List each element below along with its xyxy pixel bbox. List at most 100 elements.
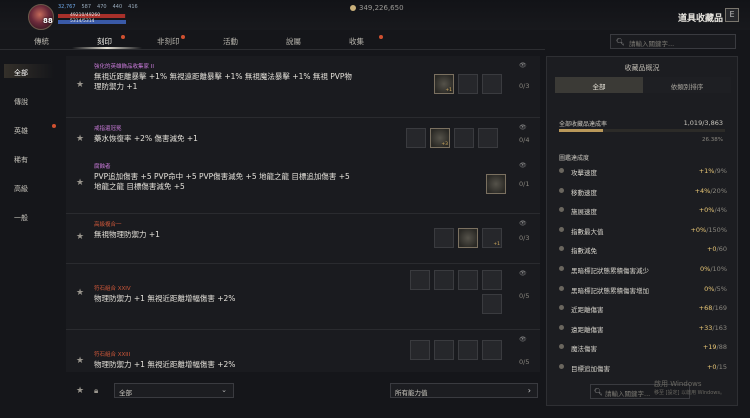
overall-progress-bar [559,129,725,132]
tab-traditional[interactable]: 傳統 [34,36,49,47]
sidebar-item-legendary[interactable]: 傳說 [14,97,28,107]
section-label: 圖鑑達成度 [559,155,590,162]
item-slot[interactable] [478,128,498,148]
sidebar-item-all[interactable]: 全部 [14,68,28,78]
stat-icon [559,246,564,252]
stat-icon [559,364,564,369]
item-slot[interactable] [458,270,478,290]
collection-category: 符石組合 XXIV [94,286,131,292]
item-slot[interactable] [434,228,454,248]
item-slot[interactable] [482,294,502,314]
player-level: 88 [43,17,53,25]
search-placeholder: 請輸入關鍵字... [629,40,675,48]
collection-effect: 藥水恢復率 +2% 傷害減免 +1 [94,134,198,143]
grade-filter-dropdown[interactable]: 全部 ⌄ [114,383,234,398]
stat-row: 黑暗標記狀態累積傷害減少 0%/10% [555,263,733,277]
stat-name: 黑暗標記狀態累積傷害減少 [571,267,649,275]
collection-row[interactable]: ★ 腐蝕者 PVP追加傷害 +5 PVP命中 +5 PVP傷害減免 +5 地龍之… [66,156,540,214]
item-slot[interactable]: +1 [434,74,454,94]
tab-engraved[interactable]: 刻印 [97,36,112,47]
active-tab-indicator [72,47,142,49]
collection-row[interactable]: ★ 高級複合一 無視物理防禦力 +1 👁︎ 0/3 +1 [66,214,540,264]
window-close-icon[interactable]: E [725,8,739,22]
favorite-star-icon[interactable]: ★ [76,178,84,188]
favorite-filter-star-icon[interactable]: ★ [76,386,84,396]
eye-icon[interactable]: 👁︎ [519,162,527,169]
item-slot[interactable] [458,228,478,248]
tab-attribute[interactable]: 說屬 [286,36,301,47]
tab-collection[interactable]: 收集 [349,36,364,47]
player-stats: 32,767 587 470 440 416 [58,4,138,10]
sidebar-item-heroic[interactable]: 英雄 [14,126,28,136]
sidebar-item-advanced[interactable]: 高級 [14,184,28,194]
stat-row: 黑暗標記狀態累積傷害增加 0%/5% [555,283,733,297]
search-placeholder: 請輸入關鍵字... [605,390,651,398]
tab-event[interactable]: 活動 [223,36,238,47]
stat-value: 416 [128,4,138,10]
item-slot[interactable]: +1 [482,228,502,248]
item-slot[interactable] [410,340,430,360]
stat-progress: +1%/9% [698,167,727,175]
item-slots [486,174,506,194]
notification-dot [121,35,125,39]
collection-effect: 物理防禦力 +1 無視近距離增幅傷害 +2% [94,360,236,369]
favorite-star-icon[interactable]: ★ [76,288,84,298]
search-input[interactable]: 🔍︎ 請輸入關鍵字... [610,34,736,49]
item-slots: +1 [434,74,502,94]
collection-row[interactable]: ★ 強化的英雄飾品收集家 II 無視近距離暴擊 +1% 無視遠距離暴擊 +1% … [66,56,540,118]
stat-filter-dropdown[interactable]: 所有能力值 › [390,383,538,398]
collection-row[interactable]: ★ 符石組合 XXIII 物理防禦力 +1 無視近距離增幅傷害 +2% 👁︎ 0… [66,330,540,372]
stat-row: 近距離傷害 +68/169 [555,302,733,316]
favorite-star-icon[interactable]: ★ [76,356,84,366]
collection-category: 腐蝕者 [94,164,111,170]
eye-icon[interactable]: 👁︎ [519,270,527,277]
silver-display: 349,226,650 [350,4,404,12]
collection-row[interactable]: ★ 符石組合 XXIV 物理防禦力 +1 無視近距離增幅傷害 +2% 👁︎ 0/… [66,264,540,330]
item-slot[interactable]: +3 [430,128,450,148]
stat-progress: 0%/10% [700,265,727,273]
item-slot[interactable] [434,270,454,290]
item-slot[interactable] [434,340,454,360]
item-slot[interactable] [410,270,430,290]
stat-progress: +4%/20% [694,186,727,195]
stat-row: 攻擊速度 +1%/9% [555,165,733,179]
eye-icon[interactable]: 👁︎ [519,336,527,343]
item-slot[interactable] [406,128,426,148]
item-slot[interactable] [486,174,506,194]
notification-dot [379,35,383,39]
collection-category: 戒指還冠冕 [94,126,122,132]
stat-icon [559,226,564,232]
sidebar-item-rare[interactable]: 稀有 [14,155,28,165]
tab-non-engraved[interactable]: 非刻印 [157,36,180,47]
eye-icon[interactable]: 👁︎ [519,220,527,227]
mode-sort-by-category-button[interactable]: 依類別排序 [643,77,731,93]
chevron-right-icon: › [527,386,531,395]
item-slot[interactable] [482,340,502,360]
collection-summary-panel: 收藏品概況 全部 依類別排序 全部收藏品達成率 1,019/3,863 26.3… [546,56,738,406]
windows-activation-watermark: 啟用 Windows 移至 [設定] 以啟用 Windows。 [654,380,725,396]
eye-icon[interactable]: 👁︎ [519,62,527,69]
chevron-down-icon: ⌄ [221,386,227,394]
item-slot[interactable] [454,128,474,148]
favorite-star-icon[interactable]: ★ [76,134,84,144]
favorite-star-icon[interactable]: ★ [76,232,84,242]
item-slot[interactable] [482,270,502,290]
eye-icon[interactable]: 👁︎ [519,124,527,131]
mp-bar: 5314/5314 [58,19,126,24]
item-slots: +1 [434,228,502,248]
sidebar-item-common[interactable]: 一般 [14,213,28,223]
stat-icon [559,187,564,193]
collection-count: 0/3 [519,82,530,90]
item-slot[interactable] [458,74,478,94]
window-title: 道具收藏品 [678,14,724,24]
mode-all-button[interactable]: 全部 [555,77,643,93]
overall-percent: 26.38% [702,137,723,143]
hp-bar: 49210/49260 [58,13,126,18]
item-slot[interactable] [482,74,502,94]
stat-name: 魔法傷害 [571,345,597,354]
lock-icon[interactable]: 🔒︎ [94,386,98,396]
stat-value: 440 [112,4,123,10]
notification-dot [52,124,56,128]
item-slot[interactable] [458,340,478,360]
favorite-star-icon[interactable]: ★ [76,80,84,90]
